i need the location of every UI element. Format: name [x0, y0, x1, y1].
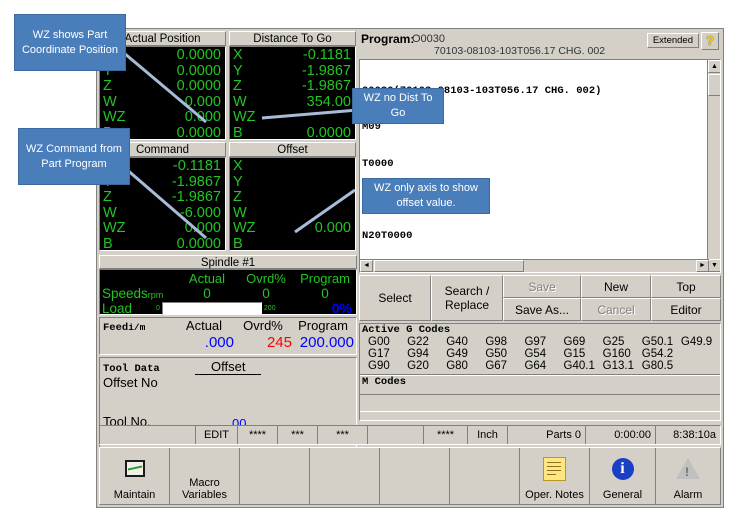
callout-wz-command: WZ Command from Part Program	[18, 128, 130, 185]
callout-wz-no-dist-to-go: WZ no Dist To Go	[352, 88, 444, 124]
callout-wz-offset-value: WZ only axis to show offset value.	[362, 178, 490, 214]
callout-wz-actual-position: WZ shows Part Coordinate Position	[14, 14, 126, 71]
callout-arrows	[0, 0, 740, 520]
